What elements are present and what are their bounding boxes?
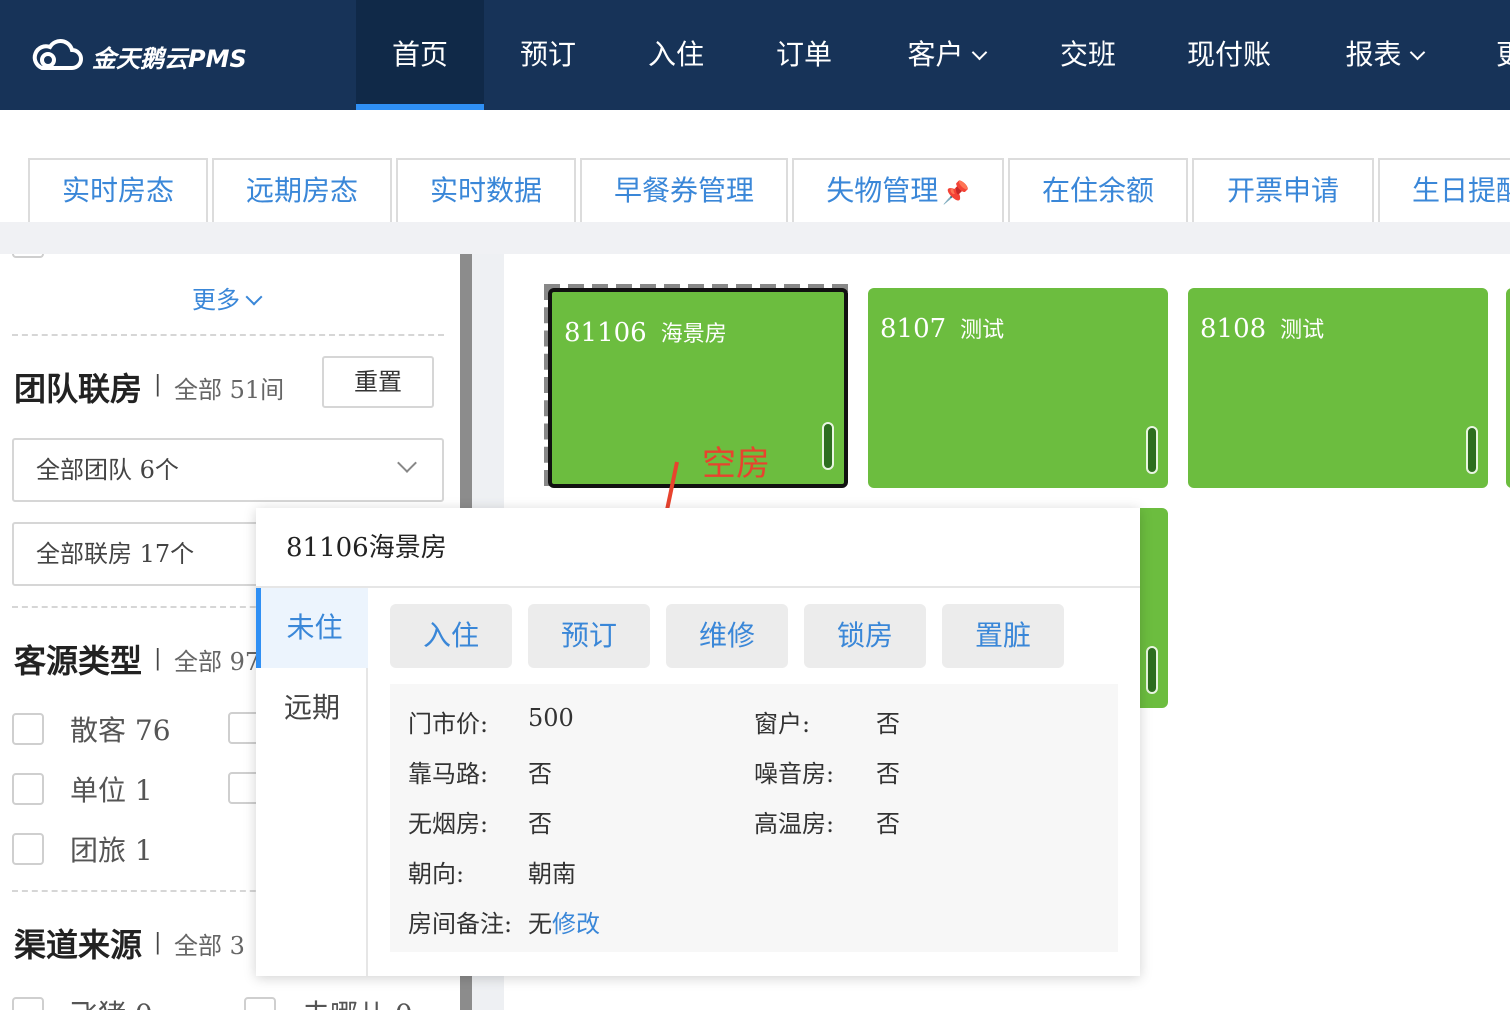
checkbox[interactable] xyxy=(12,773,44,805)
remark-label: 房间备注: xyxy=(408,910,513,938)
group-summary: 全部 51间 xyxy=(174,376,285,404)
source-section-title: 客源类型 xyxy=(14,642,143,680)
separator: | xyxy=(154,372,162,397)
room-card-81106[interactable]: 81106 海景房 xyxy=(548,288,848,488)
rack-price-label: 门市价: xyxy=(408,710,489,738)
tab-future-room-status[interactable]: 远期房态 xyxy=(212,158,392,222)
road-label: 靠马路: xyxy=(408,760,489,788)
tab-not-occupied[interactable]: 未住 xyxy=(256,588,368,668)
checkbox[interactable] xyxy=(244,997,276,1010)
source-summary: 全部 97 xyxy=(174,648,261,676)
nav-reserve[interactable]: 预订 xyxy=(484,0,612,110)
maintenance-button[interactable]: 维修 xyxy=(666,604,788,668)
separator: | xyxy=(154,646,162,671)
room-title: 8108 测试 xyxy=(1200,314,1325,344)
status-indicator xyxy=(1146,426,1158,474)
top-nav: 金天鹅云PMS 首页 预订 入住 订单 客户 交班 现付账 报表 更 xyxy=(0,0,1510,110)
nav-cash-account[interactable]: 现付账 xyxy=(1152,0,1306,110)
nosmoke-label: 无烟房: xyxy=(408,810,489,838)
road-value: 否 xyxy=(528,760,552,788)
channel-option[interactable]: 飞猪 0 xyxy=(12,996,153,1010)
pin-icon[interactable]: 📌 xyxy=(942,163,969,222)
tab-birthday-reminder[interactable]: 生日提醒 xyxy=(1378,158,1510,222)
nav-more[interactable]: 更 xyxy=(1496,0,1510,110)
mark-dirty-button[interactable]: 置脏 xyxy=(942,604,1064,668)
chevron-down-icon xyxy=(397,453,417,473)
chevron-down-icon xyxy=(245,288,263,306)
nav-home[interactable]: 首页 xyxy=(356,0,484,110)
lock-room-button[interactable]: 锁房 xyxy=(804,604,926,668)
tab-lost-found[interactable]: 失物管理 📌 xyxy=(792,158,1004,222)
chevron-down-icon xyxy=(971,44,987,61)
tab-realtime-room-status[interactable]: 实时房态 xyxy=(28,158,208,222)
room-info: 门市价: 500 窗户: 否 靠马路: 否 噪音房: 否 无烟房: 否 高温房:… xyxy=(390,684,1118,952)
brand-name: 金天鹅云PMS xyxy=(92,44,247,73)
orientation-label: 朝向: xyxy=(408,860,465,888)
nav-checkin[interactable]: 入住 xyxy=(612,0,740,110)
room-card-8107[interactable]: 8107 测试 xyxy=(868,288,1168,488)
tab-future[interactable]: 远期 xyxy=(256,668,368,748)
room-title: 8107 测试 xyxy=(880,314,1005,344)
channel-summary: 全部 3 xyxy=(174,932,245,960)
room-card-8108[interactable]: 8108 测试 xyxy=(1188,288,1488,488)
divider xyxy=(12,334,444,336)
checkbox[interactable] xyxy=(12,997,44,1010)
team-select[interactable]: 全部团队 6个 xyxy=(12,438,444,502)
tab-invoice-request[interactable]: 开票申请 xyxy=(1192,158,1374,222)
nosmoke-value: 否 xyxy=(528,810,552,838)
status-indicator xyxy=(1466,426,1478,474)
status-indicator xyxy=(1146,646,1158,694)
checkin-button[interactable]: 入住 xyxy=(390,604,512,668)
nav-shift[interactable]: 交班 xyxy=(1024,0,1152,110)
source-option[interactable]: 散客 76 xyxy=(12,712,171,747)
rack-price-value: 500 xyxy=(528,704,574,732)
room-title: 81106 海景房 xyxy=(564,318,727,348)
orientation-value: 朝南 xyxy=(528,860,576,888)
checkbox[interactable] xyxy=(12,713,44,745)
annotation-label: 空房 xyxy=(702,444,770,484)
brand-logo[interactable]: 金天鹅云PMS xyxy=(28,38,247,74)
tab-in-house-balance[interactable]: 在住余额 xyxy=(1008,158,1188,222)
status-indicator xyxy=(822,422,834,470)
chevron-down-icon xyxy=(1409,44,1425,61)
reset-button[interactable]: 重置 xyxy=(322,356,434,408)
popup-title: 81106海景房 xyxy=(256,508,1140,588)
source-option[interactable]: 团旅 1 xyxy=(12,832,153,867)
tab-realtime-data[interactable]: 实时数据 xyxy=(396,158,576,222)
separator: | xyxy=(154,930,162,955)
group-section-title: 团队联房 xyxy=(14,370,143,408)
room-card[interactable] xyxy=(1506,288,1510,488)
reserve-button[interactable]: 预订 xyxy=(528,604,650,668)
cloud-icon xyxy=(32,39,83,70)
hot-value: 否 xyxy=(876,810,900,838)
window-value: 否 xyxy=(876,710,900,738)
more-link[interactable]: 更多 xyxy=(192,280,263,315)
noise-value: 否 xyxy=(876,760,900,788)
popup-side-tabs: 未住 远期 xyxy=(256,588,368,976)
hot-label: 高温房: xyxy=(754,810,835,838)
remark-value: 无 xyxy=(528,910,552,938)
sub-tabs: 实时房态 远期房态 实时数据 早餐券管理 失物管理 📌 在住余额 开票申请 生日提… xyxy=(0,110,1510,222)
nav-orders[interactable]: 订单 xyxy=(740,0,868,110)
channel-option[interactable]: 去哪儿 0 xyxy=(244,996,413,1010)
window-label: 窗户: xyxy=(754,710,811,738)
content-divider xyxy=(0,222,1510,254)
checkbox[interactable] xyxy=(12,833,44,865)
checkbox[interactable] xyxy=(12,254,44,258)
room-popup: 81106海景房 未住 远期 入住 预订 维修 锁房 置脏 门市价: 500 窗… xyxy=(256,508,1140,976)
source-option[interactable]: 单位 1 xyxy=(12,772,153,807)
edit-remark-link[interactable]: 修改 xyxy=(552,904,600,939)
tab-breakfast-coupons[interactable]: 早餐券管理 xyxy=(580,158,788,222)
channel-section-title: 渠道来源 xyxy=(14,926,143,964)
nav-reports[interactable]: 报表 xyxy=(1306,0,1462,110)
nav-customers[interactable]: 客户 xyxy=(868,0,1024,110)
noise-label: 噪音房: xyxy=(754,760,835,788)
